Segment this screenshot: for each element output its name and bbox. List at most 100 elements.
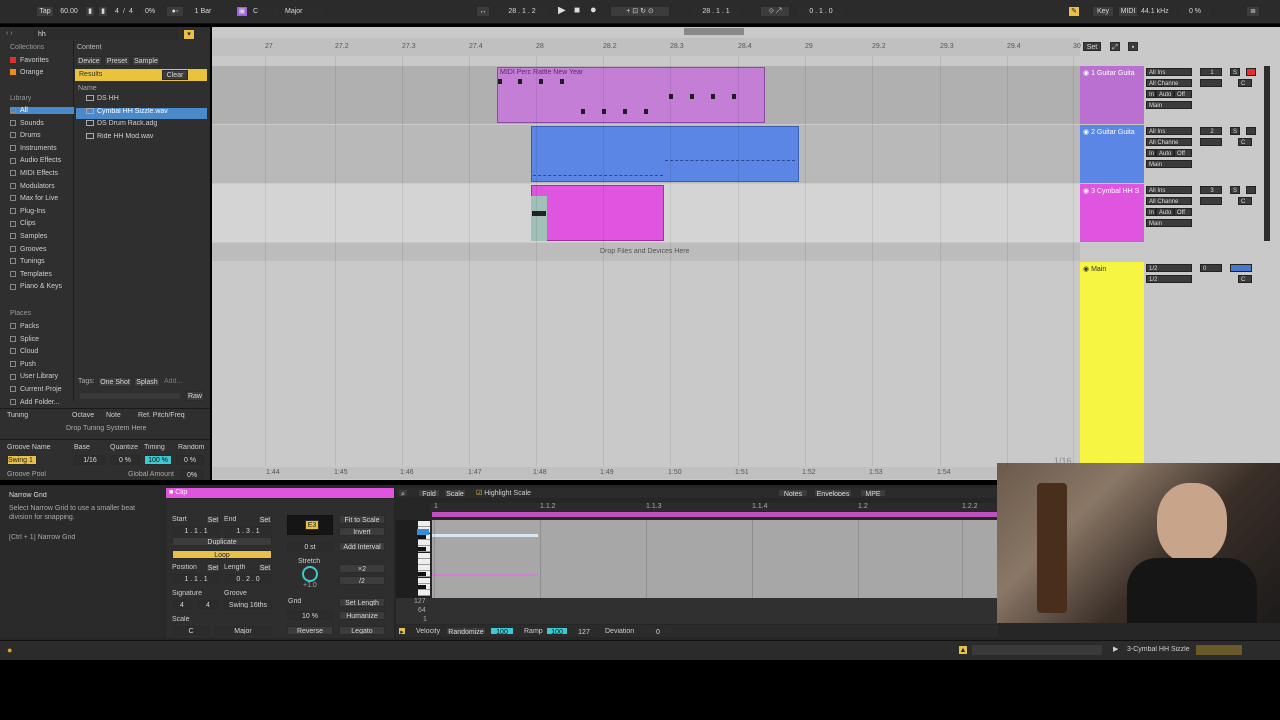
main-pan[interactable]	[1230, 264, 1252, 272]
main-volume[interactable]: 0	[1200, 264, 1222, 272]
signature-numerator[interactable]: 4	[112, 6, 122, 17]
track-input[interactable]: All Ins	[1146, 186, 1192, 194]
result-item[interactable]: Cymbal HH Sizzle.wav	[76, 107, 207, 119]
library-item[interactable]: Clips	[10, 220, 36, 227]
piano-black-key[interactable]	[418, 534, 426, 539]
track-channel[interactable]: All Channe	[1146, 79, 1192, 87]
halve-button[interactable]: /2	[339, 576, 385, 585]
draw-mode-icon[interactable]: ✎	[1068, 6, 1080, 17]
midi-note-mark[interactable]	[623, 109, 627, 114]
midi-note-mark[interactable]	[644, 109, 648, 114]
filter-sample[interactable]: Sample	[132, 56, 160, 66]
tab-envelopes[interactable]: Envelopes	[814, 489, 852, 497]
midi-note-mark[interactable]	[690, 94, 694, 99]
piano-white-key[interactable]	[418, 565, 430, 572]
scale-button[interactable]: Scale	[444, 489, 466, 497]
track-output[interactable]: Main	[1146, 160, 1192, 168]
note-grid[interactable]	[432, 520, 998, 598]
clip-cymbal[interactable]	[531, 185, 664, 241]
groove-random[interactable]: 0 %	[176, 455, 204, 465]
result-item[interactable]: DS HH	[76, 95, 207, 106]
start-set[interactable]: Set	[206, 515, 220, 524]
track-output[interactable]: Main	[1146, 101, 1192, 109]
library-item[interactable]: Plug-Ins	[10, 208, 46, 215]
tab-notes[interactable]: Notes	[778, 489, 808, 497]
clip-title-bar[interactable]: ■ Clip	[166, 488, 394, 498]
record-icon[interactable]: ●	[590, 4, 597, 16]
midi-note-mark[interactable]	[711, 94, 715, 99]
track-output[interactable]: Main	[1146, 219, 1192, 227]
velocity-icon[interactable]: ▸	[398, 627, 406, 635]
loop-button[interactable]: Loop	[172, 550, 272, 559]
library-item[interactable]: Templates	[10, 271, 52, 278]
place-item[interactable]: Splice	[10, 336, 39, 343]
clip-scale-mode[interactable]: Major	[214, 626, 272, 635]
groove-timing[interactable]: 100 %	[144, 455, 172, 465]
end-set[interactable]: Set	[258, 515, 272, 524]
solo-button[interactable]: S	[1230, 127, 1240, 135]
midi-map-button[interactable]: MIDI	[1118, 6, 1138, 17]
midi-note-mark[interactable]	[602, 109, 606, 114]
piano-white-key[interactable]	[418, 590, 430, 597]
tag-one-shot[interactable]: One Shot	[98, 377, 132, 387]
legato-button[interactable]: Legato	[339, 626, 385, 635]
collection-favorites[interactable]: Favorites	[10, 57, 49, 64]
midi-note-1[interactable]	[432, 534, 538, 537]
clip-sig-num[interactable]: 4	[172, 600, 192, 609]
place-item[interactable]: Current Proje	[10, 386, 62, 393]
c-button[interactable]: C	[1238, 138, 1252, 146]
ramp-end[interactable]: 127	[572, 627, 596, 635]
groove-quantize[interactable]: 0 %	[110, 455, 140, 465]
record-mode-icon[interactable]: ●◦	[166, 6, 184, 17]
piano-black-key[interactable]	[418, 572, 426, 577]
scale-mode-icon[interactable]: ▣	[236, 6, 248, 17]
cymbal-note[interactable]	[532, 211, 546, 216]
collection-orange[interactable]: Orange	[10, 69, 43, 76]
monitor-in[interactable]: In	[1146, 90, 1156, 98]
library-item[interactable]: Instruments	[10, 145, 57, 152]
position-set[interactable]: Set	[206, 563, 220, 572]
tag-splash[interactable]: Splash	[134, 377, 160, 387]
clip-guitar-2[interactable]	[531, 126, 799, 182]
velocity-amount[interactable]: 100	[490, 627, 514, 635]
track-number[interactable]: 3	[1200, 186, 1222, 194]
loop-start[interactable]: 28 . 1 . 1	[690, 6, 742, 17]
track-channel[interactable]: All Channe	[1146, 197, 1192, 205]
place-item[interactable]: Push	[10, 361, 36, 368]
midi-note-2[interactable]	[432, 574, 538, 576]
note-name[interactable]: E3	[305, 520, 319, 530]
monitor-off[interactable]: Off	[1174, 90, 1192, 98]
result-item[interactable]: DS Drum Rack.adg	[76, 120, 207, 131]
randomize-button[interactable]: Randomize	[446, 627, 486, 635]
ramp-start[interactable]: 100	[546, 627, 568, 635]
invert-button[interactable]: Invert	[339, 527, 385, 536]
play-track-icon[interactable]: ▶	[1113, 645, 1118, 653]
library-item[interactable]: MIDI Effects	[10, 170, 58, 177]
metronome-icon[interactable]: ▮	[85, 6, 95, 17]
warning-icon[interactable]: ▲	[958, 645, 968, 655]
stop-icon[interactable]: ■	[574, 5, 580, 16]
tempo-field[interactable]: 60.00	[57, 6, 81, 17]
selected-key[interactable]	[417, 529, 429, 535]
fit-to-scale-button[interactable]: Fit to Scale	[339, 515, 385, 524]
zoom-icon[interactable]: ⌕	[398, 489, 408, 497]
overview-scrollbar[interactable]	[684, 28, 744, 35]
midi-note-mark[interactable]	[560, 79, 564, 84]
global-amount-field[interactable]: 0%	[180, 470, 204, 480]
io-icon[interactable]: ≣	[1246, 6, 1260, 17]
key-map-button[interactable]: Key	[1092, 6, 1114, 17]
track-header[interactable]: ◉ 2 Guitar Guita	[1080, 125, 1144, 183]
play-icon[interactable]: ▶	[558, 5, 566, 16]
double-button[interactable]: ×2	[339, 564, 385, 573]
groove-name[interactable]: Swing 1	[7, 455, 37, 465]
position-field[interactable]: 1 . 1 . 1	[172, 574, 220, 583]
solo-button[interactable]: S	[1230, 186, 1240, 194]
tuning-drop-zone[interactable]: Drop Tuning System Here	[66, 425, 147, 432]
volume-field[interactable]	[1200, 138, 1222, 146]
main-c-button[interactable]: C	[1238, 275, 1252, 283]
monitor-in[interactable]: In	[1146, 208, 1156, 216]
place-item[interactable]: Add Folder...	[10, 399, 60, 406]
raw-button[interactable]: Raw	[186, 391, 204, 401]
velocity-lane[interactable]	[396, 598, 998, 624]
loop-brace[interactable]	[432, 512, 998, 517]
